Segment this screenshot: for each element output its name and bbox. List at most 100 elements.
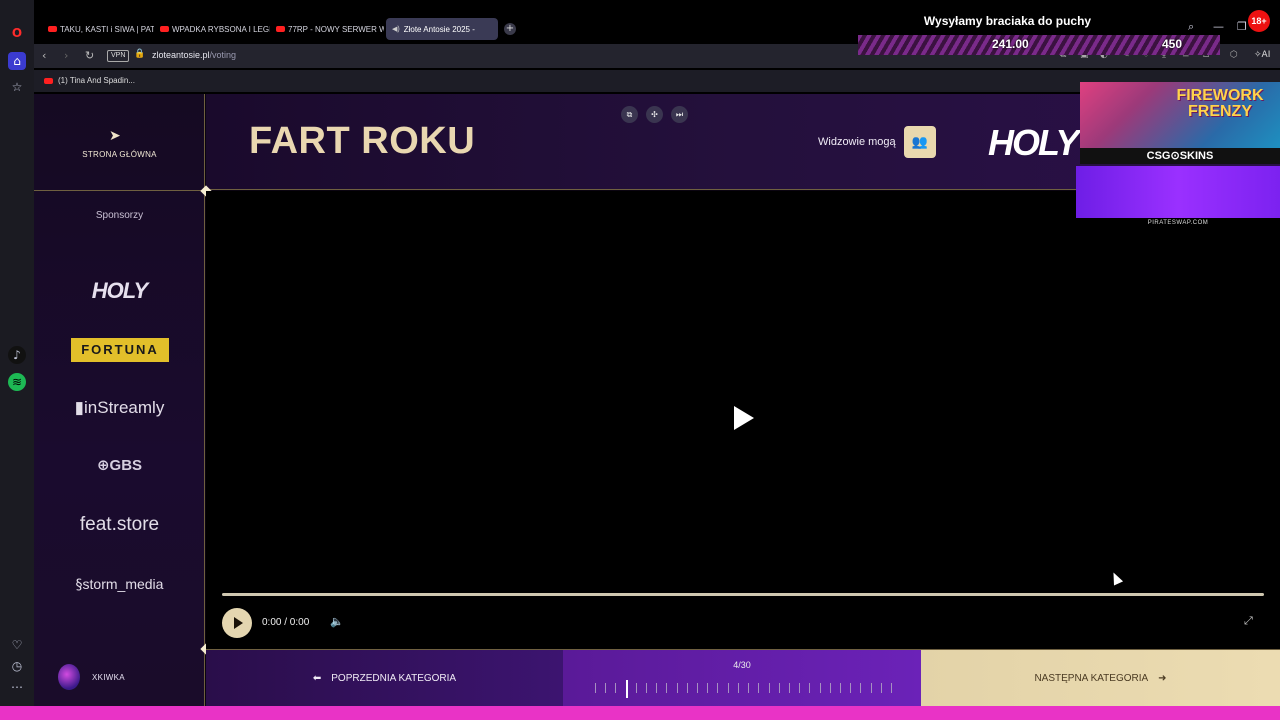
goal-current: 241.00 — [992, 37, 1029, 51]
next-category-button[interactable]: NASTĘPNA KATEGORIA ➜ — [921, 650, 1280, 706]
star-icon[interactable]: ☆ — [8, 78, 26, 96]
category-tick[interactable] — [605, 683, 607, 693]
volume-icon[interactable]: 🔈 — [330, 615, 344, 628]
category-tick[interactable] — [707, 683, 709, 693]
category-tick[interactable] — [880, 683, 882, 693]
tab-77rp[interactable]: 77RP - NOWY SERWER W — [270, 18, 384, 40]
username: XKIWKA — [92, 672, 125, 682]
stream-ad-overlay: FIREWORK FRENZY CSG⊙SKINS PIRATESWAP.COM — [1076, 82, 1280, 228]
play-icon[interactable] — [734, 406, 754, 430]
more-icon[interactable]: ⋯ — [8, 678, 26, 696]
ad-headline: FIREWORK FRENZY — [1176, 87, 1264, 120]
ai-button[interactable]: ✧AI — [1254, 50, 1270, 60]
restore-icon[interactable]: ❐ — [1237, 20, 1247, 33]
play-button[interactable] — [222, 608, 252, 638]
category-tick[interactable] — [727, 683, 729, 693]
category-tick[interactable] — [686, 683, 688, 693]
category-tick[interactable] — [717, 683, 719, 693]
sponsor-storm-media[interactable]: §storm_media — [34, 576, 205, 593]
arrow-right-icon: ➜ — [1158, 673, 1167, 684]
category-tick[interactable] — [646, 683, 648, 693]
vpn-badge[interactable]: VPN — [107, 50, 130, 62]
video-progress-bar[interactable] — [222, 593, 1264, 596]
donation-goal-bar: 241.00 450 — [858, 35, 1220, 55]
donation-goal-title: Wysyłamy braciaka do puchy — [923, 14, 1092, 28]
user-profile[interactable]: XKIWKA — [58, 664, 125, 690]
category-tick[interactable] — [666, 683, 668, 693]
viewers-label: Widzowie mogą — [818, 136, 896, 148]
category-tick[interactable] — [839, 683, 841, 693]
home-icon[interactable]: ⌂ — [8, 52, 26, 70]
expand-icon[interactable]: ✣ — [646, 106, 663, 123]
lock-icon[interactable]: 🔒 — [134, 49, 145, 59]
skip-icon[interactable]: ⏭ — [671, 106, 688, 123]
youtube-icon — [160, 26, 169, 32]
fullscreen-icon[interactable]: ⤢ — [1244, 614, 1253, 628]
age-badge: 18+ — [1248, 10, 1270, 32]
storm-logo-icon: § — [75, 577, 83, 593]
reload-icon[interactable]: ↻ — [85, 49, 94, 62]
tiktok-icon[interactable]: ♪ — [8, 346, 26, 364]
spotify-icon[interactable]: ≋ — [8, 373, 26, 391]
home-arrow-icon[interactable]: ➤ — [109, 128, 121, 144]
tab-wpadka[interactable]: WPADKA RYBSONA I LEGI — [154, 18, 270, 40]
category-tick[interactable] — [748, 683, 750, 693]
pip-icon[interactable]: ⧉ — [621, 106, 638, 123]
sponsor-feat-store[interactable]: feat.store — [34, 514, 205, 536]
category-tick[interactable] — [615, 683, 617, 693]
site-sidebar: ➤ STRONA GŁÓWNA Sponsorzy HOLY FORTUNA ▮… — [34, 94, 205, 706]
video-overlay-controls: ⧉ ✣ ⏭ — [621, 106, 688, 123]
prev-category-button[interactable]: ⬅ POPRZEDNIA KATEGORIA — [206, 650, 563, 706]
category-navigation: ⬅ POPRZEDNIA KATEGORIA 4/30 NASTĘPNA KAT… — [206, 649, 1280, 706]
sponsors-title: Sponsorzy — [95, 210, 144, 221]
forward-icon[interactable]: › — [64, 49, 68, 62]
viewers-vote: Widzowie mogą 👥 — [818, 126, 936, 158]
category-tick[interactable] — [891, 683, 892, 693]
category-tick[interactable] — [737, 683, 739, 693]
gbs-logo-icon: ⊕ — [96, 456, 110, 474]
arrow-left-icon: ⬅ — [312, 673, 322, 684]
category-tick[interactable] — [870, 683, 872, 693]
category-tick[interactable] — [595, 683, 596, 693]
users-icon[interactable]: 👥 — [903, 126, 936, 158]
tab-zlote-antosie[interactable]: ◀) Złote Antosie 2025 - — [386, 18, 498, 40]
extensions-icon[interactable]: ⬡ — [1230, 50, 1238, 60]
opera-logo-icon[interactable]: O — [8, 24, 26, 42]
browser-sidebar: O ⌂ ☆ ♪ ≋ ♡ ◷ ⋯ — [0, 0, 34, 706]
ad-brand: CSG⊙SKINS — [1080, 148, 1280, 164]
back-icon[interactable]: ‹ — [42, 49, 46, 62]
sponsor-gbs[interactable]: ⊕GBS — [34, 456, 205, 474]
category-tick[interactable] — [809, 683, 811, 693]
category-tick[interactable] — [758, 683, 760, 693]
sponsor-holy[interactable]: HOLY — [34, 278, 205, 304]
url-field[interactable]: zloteantosie.pl/voting — [152, 50, 236, 60]
video-player[interactable]: 0:00 / 0:00 🔈 ⤢ — [206, 191, 1280, 649]
tab-taku[interactable]: TAKU, KASTI i SIWA | PATR — [42, 18, 154, 40]
category-tick[interactable] — [768, 683, 770, 693]
heart-icon[interactable]: ♡ — [8, 636, 26, 654]
category-tick[interactable] — [850, 683, 852, 693]
sponsor-instreamly[interactable]: ▮inStreamly — [34, 398, 205, 418]
category-tick[interactable] — [819, 683, 821, 693]
category-tick[interactable] — [676, 683, 678, 693]
category-tick[interactable] — [635, 683, 637, 693]
bookmark-item[interactable]: (1) Tina And Spadin... — [44, 76, 135, 85]
youtube-icon — [44, 77, 53, 84]
header-sponsor-logo: HOLY — [988, 122, 1079, 163]
new-tab-button[interactable]: + — [504, 23, 516, 35]
home-link[interactable]: STRONA GŁÓWNA — [34, 150, 205, 159]
category-tick-current[interactable] — [625, 680, 628, 698]
minimize-icon[interactable]: — — [1213, 20, 1224, 33]
category-tick[interactable] — [656, 683, 658, 693]
category-tick[interactable] — [778, 683, 780, 693]
category-tick[interactable] — [799, 683, 801, 693]
category-tick[interactable] — [697, 683, 699, 693]
search-icon[interactable]: ⌕ — [1188, 20, 1194, 34]
sponsor-fortuna[interactable]: FORTUNA — [71, 338, 169, 362]
category-tick[interactable] — [829, 683, 831, 693]
video-time: 0:00 / 0:00 — [262, 617, 310, 628]
category-tick[interactable] — [860, 683, 862, 693]
category-tick[interactable] — [788, 683, 790, 693]
history-icon[interactable]: ◷ — [8, 657, 26, 675]
ad-animation — [1076, 166, 1280, 218]
